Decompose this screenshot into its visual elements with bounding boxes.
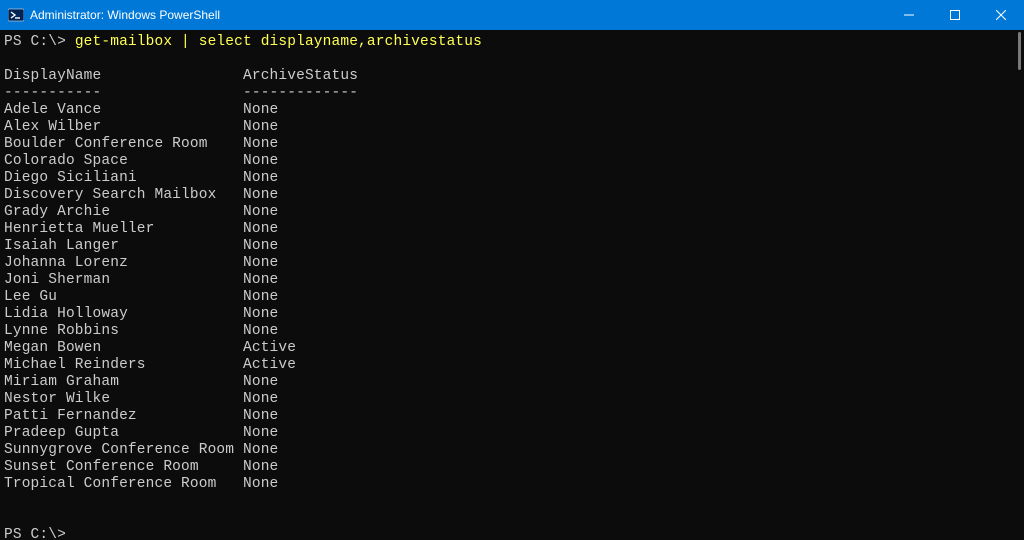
table-header: DisplayName ArchiveStatus <box>4 68 1020 85</box>
table-row: Boulder Conference Room None <box>4 136 1020 153</box>
command-text: get-mailbox | select displayname,archive… <box>75 34 482 50</box>
table-row: Sunset Conference Room None <box>4 459 1020 476</box>
table-row: Henrietta Mueller None <box>4 221 1020 238</box>
table-row: Grady Archie None <box>4 204 1020 221</box>
table-row: Lidia Holloway None <box>4 306 1020 323</box>
table-row: Discovery Search Mailbox None <box>4 187 1020 204</box>
table-row: Sunnygrove Conference Room None <box>4 442 1020 459</box>
table-row: Miriam Graham None <box>4 374 1020 391</box>
table-row: Alex Wilber None <box>4 119 1020 136</box>
close-button[interactable] <box>978 0 1024 30</box>
powershell-icon <box>8 7 24 23</box>
table-header-divider: ----------- ------------- <box>4 85 1020 102</box>
terminal-output: PS C:\> get-mailbox | select displayname… <box>0 30 1024 540</box>
trailing-prompt: PS C:\> <box>4 527 1020 540</box>
titlebar[interactable]: Administrator: Windows PowerShell <box>0 0 1024 30</box>
table-row: Pradeep Gupta None <box>4 425 1020 442</box>
table-row: Lee Gu None <box>4 289 1020 306</box>
maximize-button[interactable] <box>932 0 978 30</box>
table-row: Colorado Space None <box>4 153 1020 170</box>
terminal-area[interactable]: PS C:\> get-mailbox | select displayname… <box>0 30 1024 540</box>
prompt-prefix: PS C:\> <box>4 34 75 50</box>
table-row: Nestor Wilke None <box>4 391 1020 408</box>
table-row: Diego Siciliani None <box>4 170 1020 187</box>
table-row: Michael Reinders Active <box>4 357 1020 374</box>
table-row: Patti Fernandez None <box>4 408 1020 425</box>
prompt-line: PS C:\> get-mailbox | select displayname… <box>4 34 1020 51</box>
scrollbar-thumb[interactable] <box>1018 32 1021 70</box>
window-title: Administrator: Windows PowerShell <box>30 8 220 22</box>
table-row: Joni Sherman None <box>4 272 1020 289</box>
minimize-button[interactable] <box>886 0 932 30</box>
table-row: Adele Vance None <box>4 102 1020 119</box>
powershell-window: Administrator: Windows PowerShell PS C:\… <box>0 0 1024 540</box>
table-row: Tropical Conference Room None <box>4 476 1020 493</box>
table-row: Megan Bowen Active <box>4 340 1020 357</box>
table-row: Lynne Robbins None <box>4 323 1020 340</box>
table-row: Isaiah Langer None <box>4 238 1020 255</box>
titlebar-buttons <box>886 0 1024 30</box>
titlebar-left: Administrator: Windows PowerShell <box>0 7 220 23</box>
table-row: Johanna Lorenz None <box>4 255 1020 272</box>
